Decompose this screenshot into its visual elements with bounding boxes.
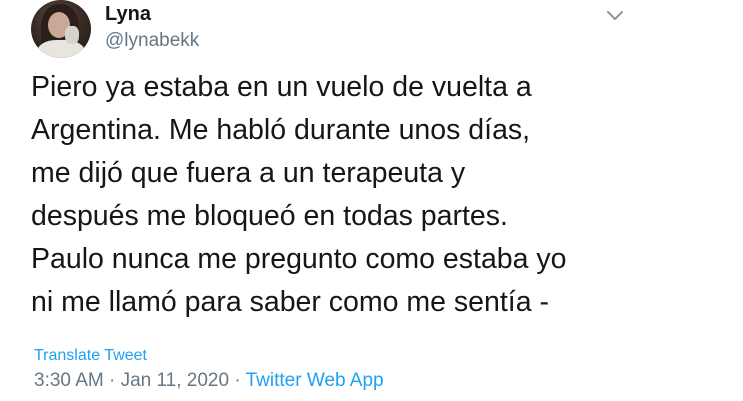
chevron-down-icon[interactable]	[602, 6, 628, 26]
meta-separator: ·	[103, 370, 121, 391]
user-handle[interactable]: @lynabekk	[105, 30, 199, 52]
meta-separator: ·	[229, 370, 246, 391]
translate-tweet-link[interactable]: Translate Tweet	[34, 347, 147, 365]
tweet-line: ni me llamó para saber como me sentía -	[31, 286, 549, 318]
tweet-line: me dijó que fuera a un terapeuta y	[31, 157, 466, 189]
display-name[interactable]: Lyna	[105, 3, 151, 26]
tweet-line: Paulo nunca me pregunto como estaba yo	[31, 243, 567, 275]
tweet-line: Argentina. Me habló durante unos días,	[31, 114, 531, 146]
tweet-meta: 3:30 AM · Jan 11, 2020 · Twitter Web App	[34, 370, 384, 392]
tweet-time[interactable]: 3:30 AM	[34, 370, 104, 391]
tweet-line: Piero ya estaba en un vuelo de vuelta a	[31, 71, 532, 103]
tweet-card: Lyna @lynabekk Piero ya estaba en un vue…	[0, 0, 743, 401]
tweet-source-link[interactable]: Twitter Web App	[246, 370, 384, 391]
avatar[interactable]	[31, 0, 91, 58]
tweet-line: después me bloqueó en todas partes.	[31, 200, 508, 232]
tweet-date[interactable]: Jan 11, 2020	[121, 370, 229, 391]
tweet-text: Piero ya estaba en un vuelo de vuelta a …	[31, 66, 721, 324]
